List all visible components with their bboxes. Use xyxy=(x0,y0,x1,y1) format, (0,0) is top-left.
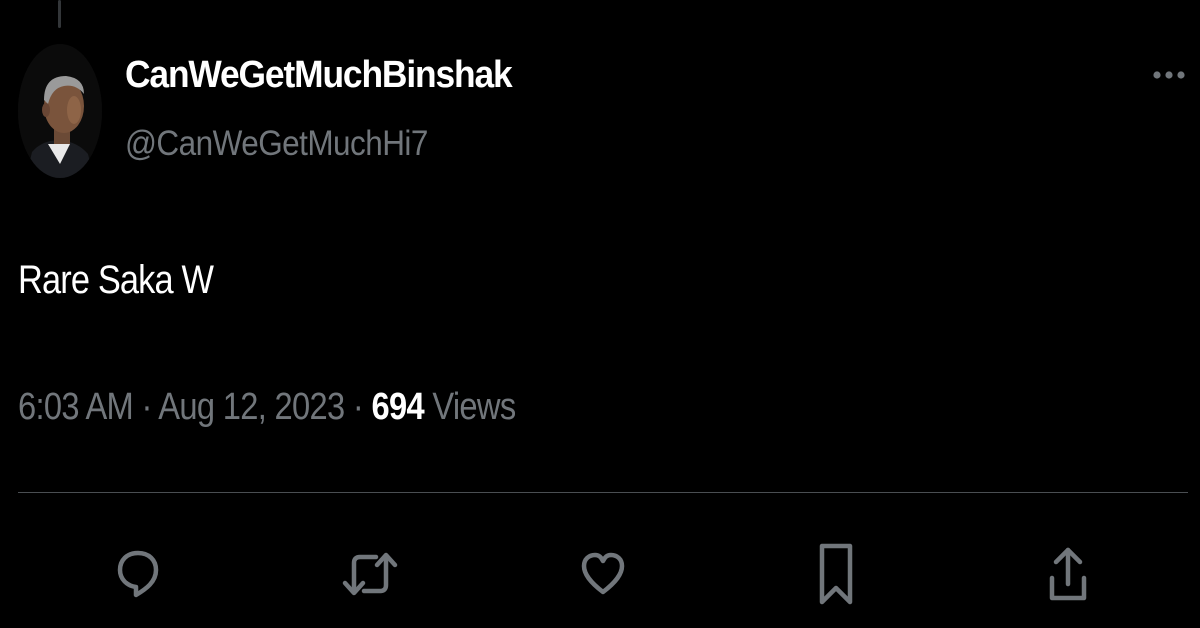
share-button[interactable] xyxy=(1038,540,1098,608)
meta-separator: · xyxy=(141,386,152,428)
author-handle[interactable]: @CanWeGetMuchHi7 xyxy=(125,124,428,164)
ellipsis-icon xyxy=(1153,71,1185,79)
bookmark-icon xyxy=(819,543,853,605)
more-options-button[interactable] xyxy=(1148,60,1190,90)
heart-icon xyxy=(581,552,625,595)
retweet-button[interactable] xyxy=(340,540,400,608)
views-label[interactable]: Views xyxy=(432,386,516,428)
retweet-arrows-icon xyxy=(342,552,398,596)
tweet-metadata: 6:03 AM · Aug 12, 2023 · 694 Views xyxy=(18,386,516,429)
speech-bubble-icon xyxy=(117,550,159,598)
tweet-date[interactable]: Aug 12, 2023 xyxy=(158,386,345,428)
profile-photo-icon xyxy=(18,44,102,178)
meta-separator: · xyxy=(352,386,364,428)
like-button[interactable] xyxy=(573,540,633,608)
share-upload-icon xyxy=(1049,547,1087,601)
avatar[interactable] xyxy=(18,44,102,178)
bookmark-button[interactable] xyxy=(806,540,866,608)
tweet-time[interactable]: 6:03 AM xyxy=(18,386,134,428)
tweet-text: Rare Saka W xyxy=(18,258,214,302)
thread-connector-line xyxy=(58,0,61,28)
divider xyxy=(18,492,1188,493)
views-count[interactable]: 694 xyxy=(371,386,424,428)
author-display-name[interactable]: CanWeGetMuchBinshak xyxy=(125,54,513,97)
reply-button[interactable] xyxy=(108,540,168,608)
